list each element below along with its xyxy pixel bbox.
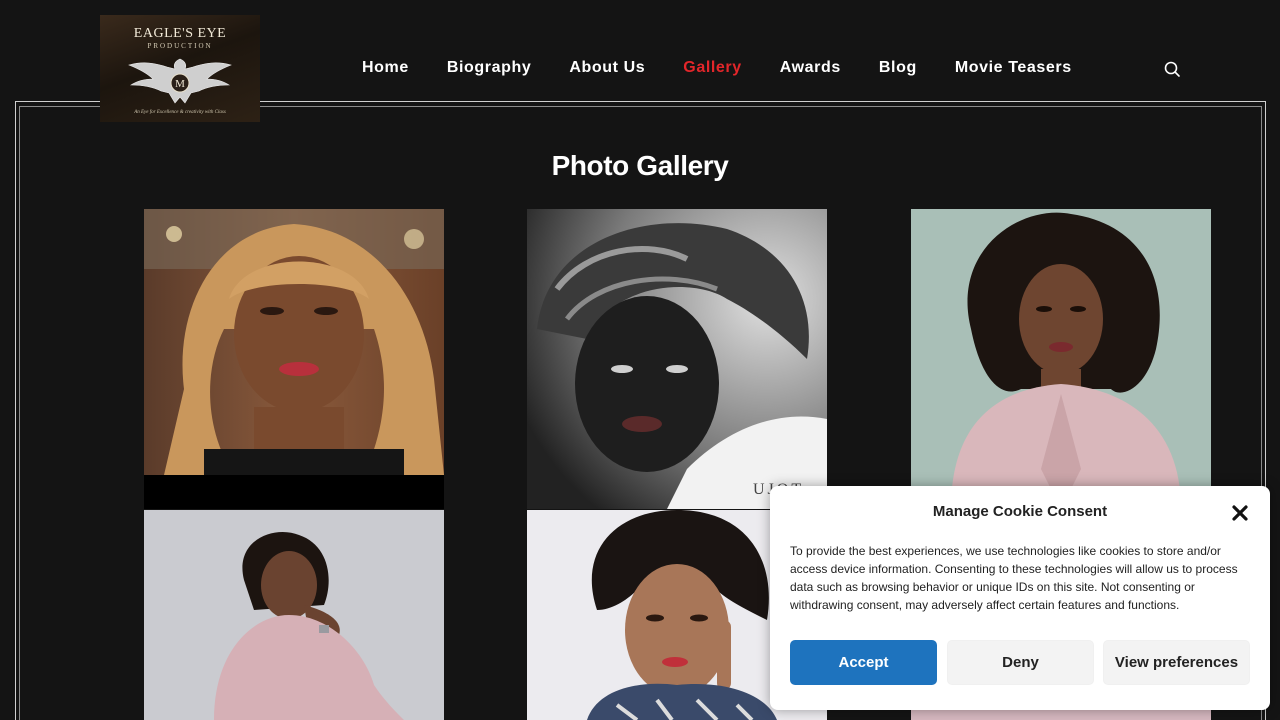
logo-monogram: M bbox=[175, 78, 185, 90]
gallery-photo-1[interactable] bbox=[144, 209, 444, 509]
gallery-photo-image: UJOT bbox=[527, 209, 827, 509]
view-preferences-button[interactable]: View preferences bbox=[1103, 640, 1250, 685]
nav-awards[interactable]: Awards bbox=[761, 58, 860, 78]
site-logo[interactable]: EAGLE'S EYE PRODUCTION M An Eye for Exce… bbox=[100, 15, 260, 122]
gallery-photo-2[interactable]: UJOT bbox=[527, 209, 827, 509]
nav-biography[interactable]: Biography bbox=[428, 58, 551, 78]
close-icon bbox=[1232, 505, 1248, 521]
gallery-photo-image bbox=[144, 209, 444, 509]
close-button[interactable] bbox=[1230, 503, 1250, 523]
page-title: Photo Gallery bbox=[551, 150, 729, 181]
main-nav: Home Biography About Us Gallery Awards B… bbox=[343, 58, 1091, 78]
nav-blog[interactable]: Blog bbox=[860, 58, 936, 78]
logo-tagline: An Eye for Excellence & creativity with … bbox=[134, 110, 226, 115]
nav-home[interactable]: Home bbox=[343, 58, 428, 78]
eagle-emblem-icon: M bbox=[128, 58, 232, 104]
search-icon bbox=[1164, 61, 1180, 77]
cookie-consent-title: Manage Cookie Consent bbox=[932, 503, 1108, 520]
gallery-photo-3[interactable] bbox=[911, 209, 1211, 509]
gallery-photo-image bbox=[911, 209, 1211, 509]
page: EAGLE'S EYE PRODUCTION M An Eye for Exce… bbox=[0, 0, 1280, 720]
logo-brand-sub: PRODUCTION bbox=[147, 42, 213, 50]
nav-gallery[interactable]: Gallery bbox=[664, 58, 760, 78]
nav-about-us[interactable]: About Us bbox=[550, 58, 664, 78]
gallery-photo-4[interactable] bbox=[144, 510, 444, 720]
cookie-consent-text: To provide the best experiences, we use … bbox=[790, 544, 1238, 612]
logo-brand: EAGLE'S EYE bbox=[133, 26, 227, 41]
nav-movie-teasers[interactable]: Movie Teasers bbox=[936, 58, 1091, 78]
deny-button[interactable]: Deny bbox=[947, 640, 1094, 685]
accept-button[interactable]: Accept bbox=[790, 640, 937, 685]
gallery-photo-image bbox=[144, 510, 444, 720]
search-button[interactable] bbox=[1162, 59, 1182, 79]
cookie-consent-dialog: Manage Cookie Consent To provide the bes… bbox=[770, 486, 1270, 710]
